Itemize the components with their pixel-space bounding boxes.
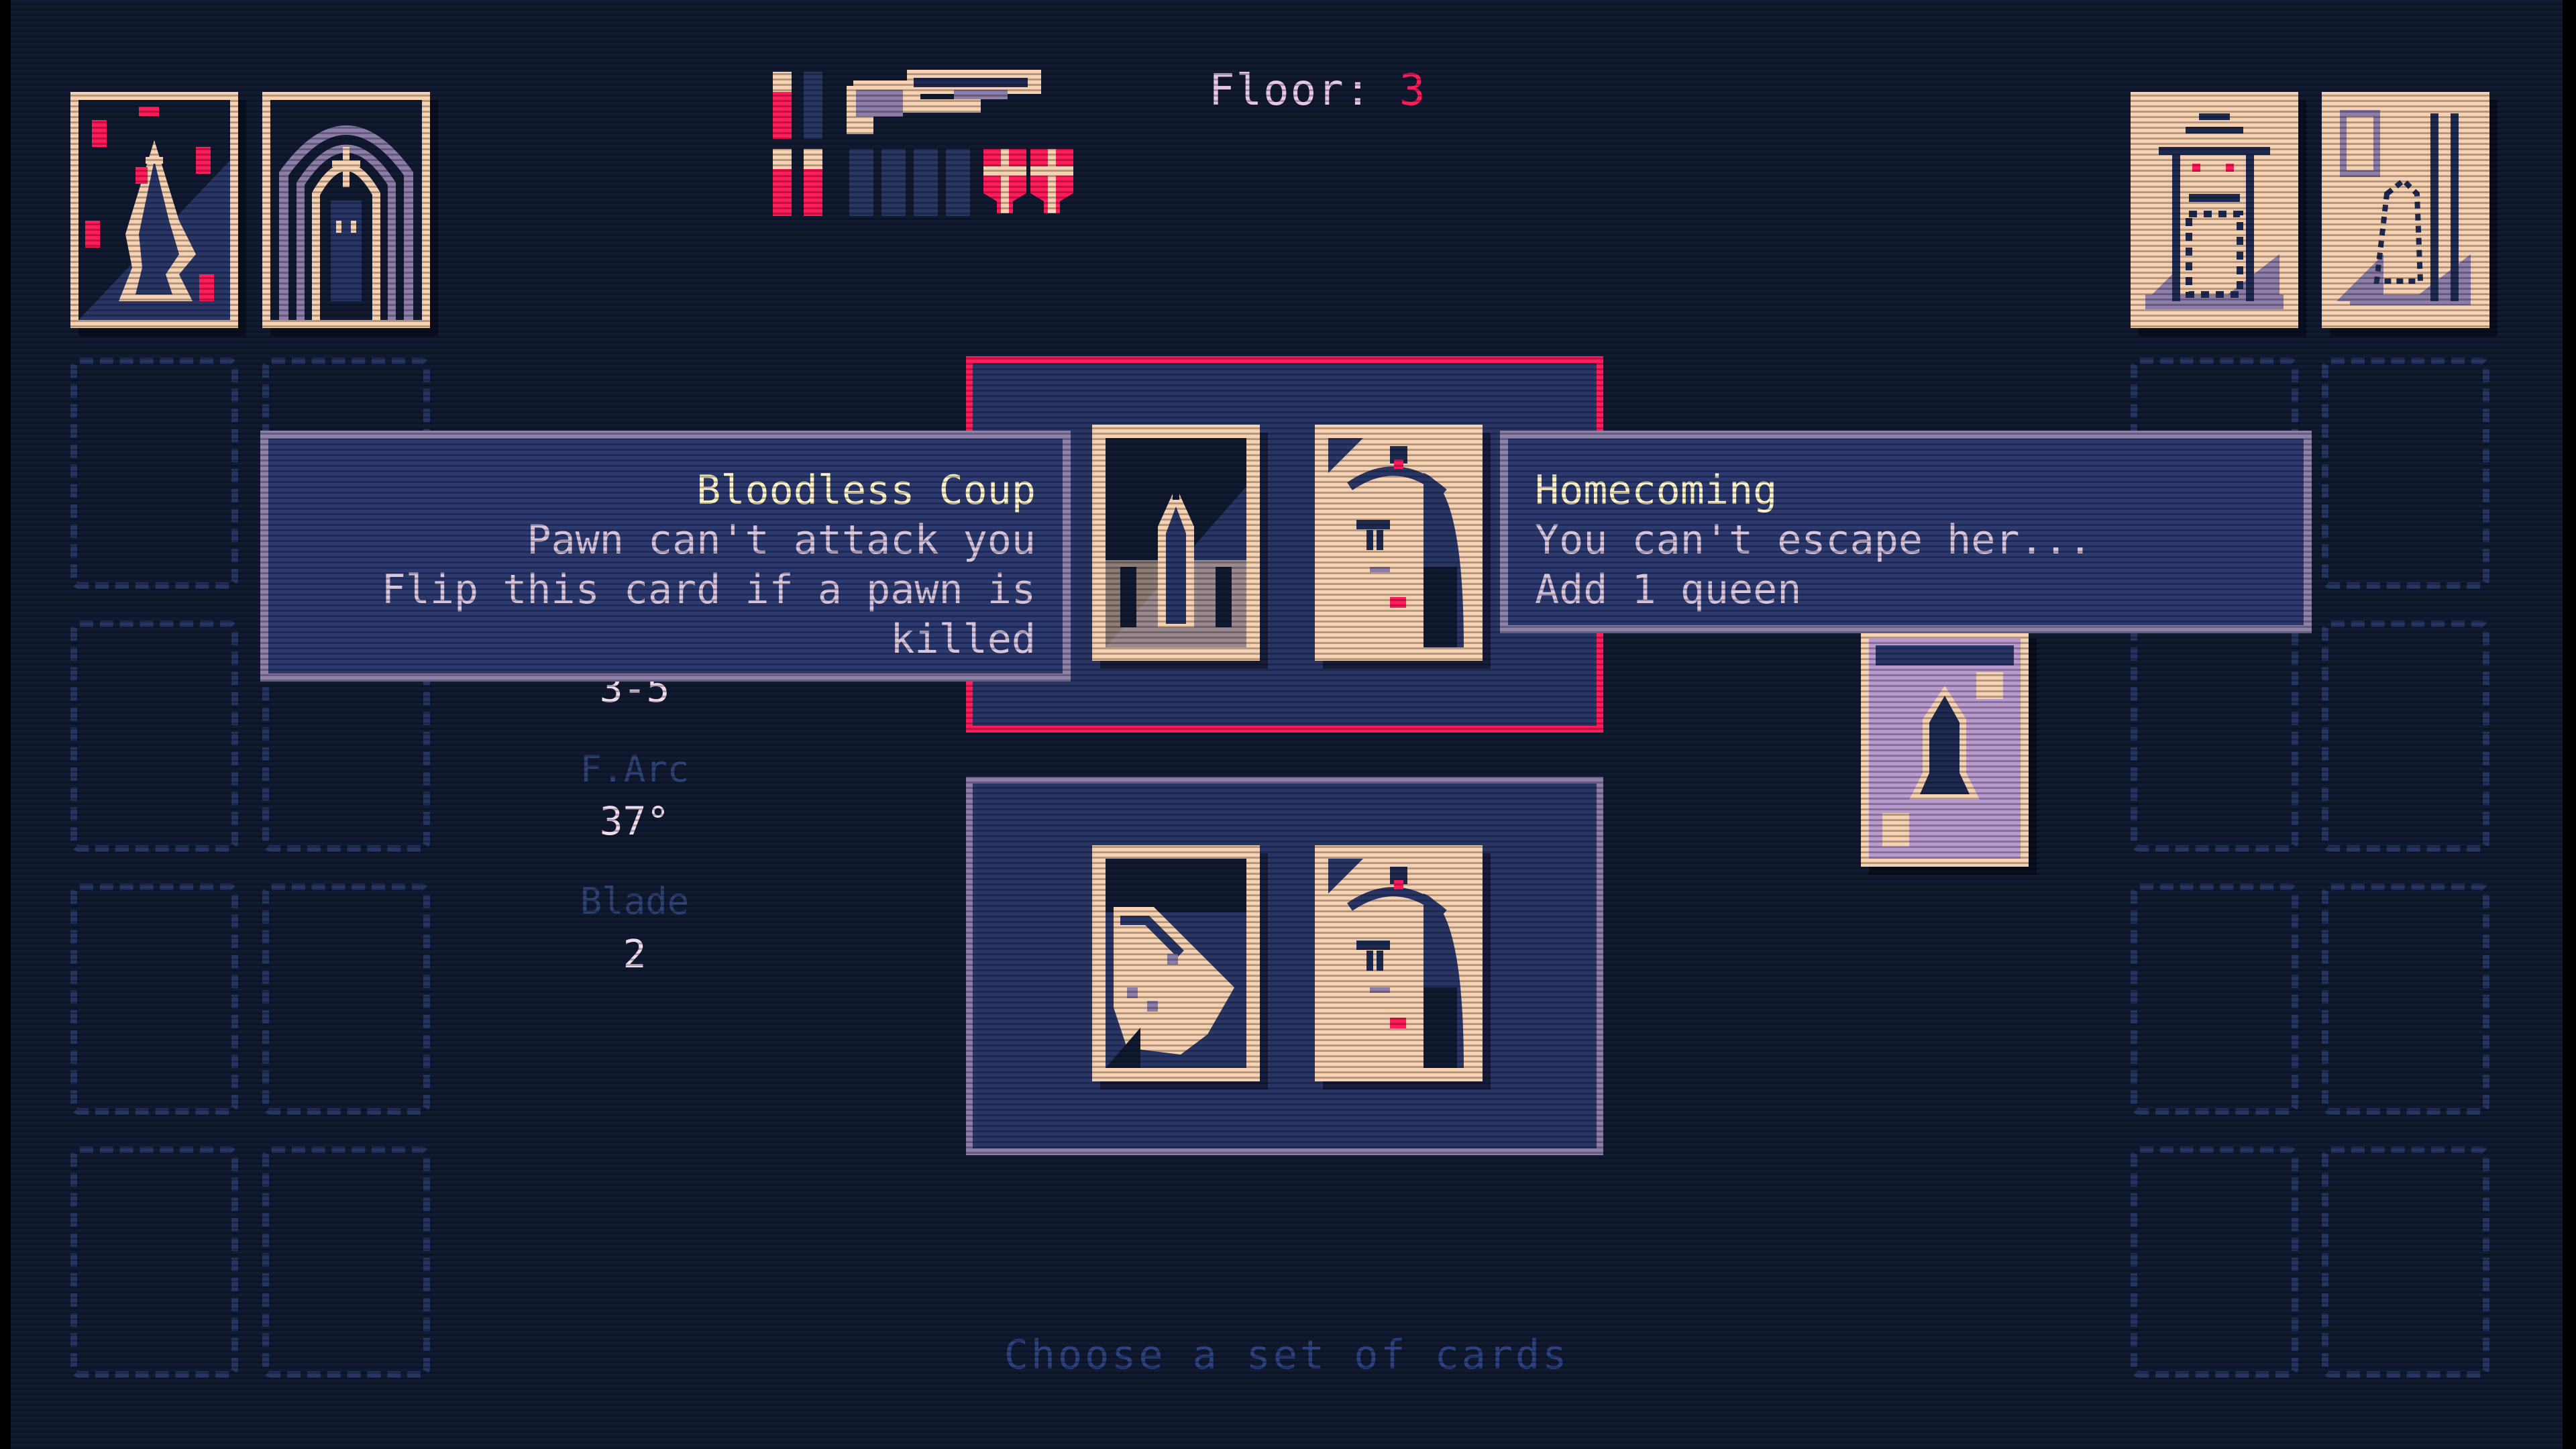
bishop-icon: [1869, 639, 2021, 859]
enemy-card-1[interactable]: [2131, 92, 2298, 328]
enemy-card-2[interactable]: [2322, 92, 2489, 328]
empty-card-slot[interactable]: [70, 621, 238, 852]
shotgun-icon: [847, 70, 1041, 134]
choice-card-bloodless-coup: [1092, 425, 1260, 661]
tooltip-bloodless-coup: Bloodless Coup Pawn can't attack you Fli…: [260, 431, 1071, 682]
empty-card-slot[interactable]: [2322, 358, 2489, 589]
empty-card-slot[interactable]: [2322, 621, 2489, 852]
shell-empty: [914, 149, 938, 216]
queen-portrait-icon: [1323, 853, 1474, 1073]
tooltip-line: Add 1 queen: [1535, 566, 1802, 613]
king-rings-icon: [270, 100, 422, 320]
shell-empty: [849, 149, 873, 216]
tower-icon: [2139, 100, 2290, 320]
game-screen: Floor: 3 3-5 F.Arc 37° Blade 2 Bloodless…: [11, 0, 2563, 1449]
floating-card-bishop: [1861, 631, 2029, 867]
tooltip-title: Homecoming: [1535, 467, 1778, 514]
shell-loaded: [804, 149, 822, 216]
empty-card-slot[interactable]: [262, 883, 430, 1115]
tooltip-title: Bloodless Coup: [696, 467, 1036, 514]
choice-card-queen: [1315, 845, 1483, 1081]
shield-icon: [1030, 149, 1073, 213]
floor-indicator: Floor: 3: [1209, 66, 1426, 115]
king-blood-icon: [78, 100, 230, 320]
empty-card-slot[interactable]: [2322, 883, 2489, 1115]
shell-loaded: [773, 72, 792, 139]
shell-empty: [881, 149, 906, 216]
choice-card-hand: [1092, 845, 1260, 1081]
floor-label: Floor:: [1209, 66, 1373, 115]
hand-icon: [1100, 853, 1252, 1073]
empty-card-slot[interactable]: [70, 358, 238, 589]
floor-number: 3: [1399, 66, 1427, 115]
instruction-prompt: Choose a set of cards: [1004, 1332, 1570, 1379]
gallows-icon: [2330, 100, 2481, 320]
shield-icon: [983, 149, 1026, 213]
tooltip-line: Pawn can't attack you: [527, 517, 1036, 564]
shell-empty: [946, 149, 970, 216]
empty-card-slot[interactable]: [2131, 883, 2298, 1115]
tooltip-line: killed: [890, 616, 1036, 663]
player-card-1[interactable]: [70, 92, 238, 328]
stat-arc-label: F.Arc: [580, 748, 690, 790]
tooltip-line: You can't escape her...: [1535, 517, 2092, 564]
tooltip-line: Flip this card if a pawn is: [381, 566, 1036, 613]
card-set-option-2[interactable]: [966, 777, 1603, 1155]
stat-arc-value: 37°: [599, 798, 670, 844]
empty-card-slot[interactable]: [70, 883, 238, 1115]
empty-card-slot[interactable]: [2131, 621, 2298, 852]
shell-empty: [804, 72, 822, 139]
shell-loaded: [773, 149, 792, 216]
tooltip-homecoming: Homecoming You can't escape her... Add 1…: [1500, 431, 2312, 633]
player-card-2[interactable]: [262, 92, 430, 328]
stat-blade-label: Blade: [580, 880, 690, 922]
choice-card-homecoming: [1315, 425, 1483, 661]
pawn-king-icon: [1100, 433, 1252, 653]
queen-portrait-icon: [1323, 433, 1474, 653]
stat-blade-value: 2: [623, 931, 647, 977]
